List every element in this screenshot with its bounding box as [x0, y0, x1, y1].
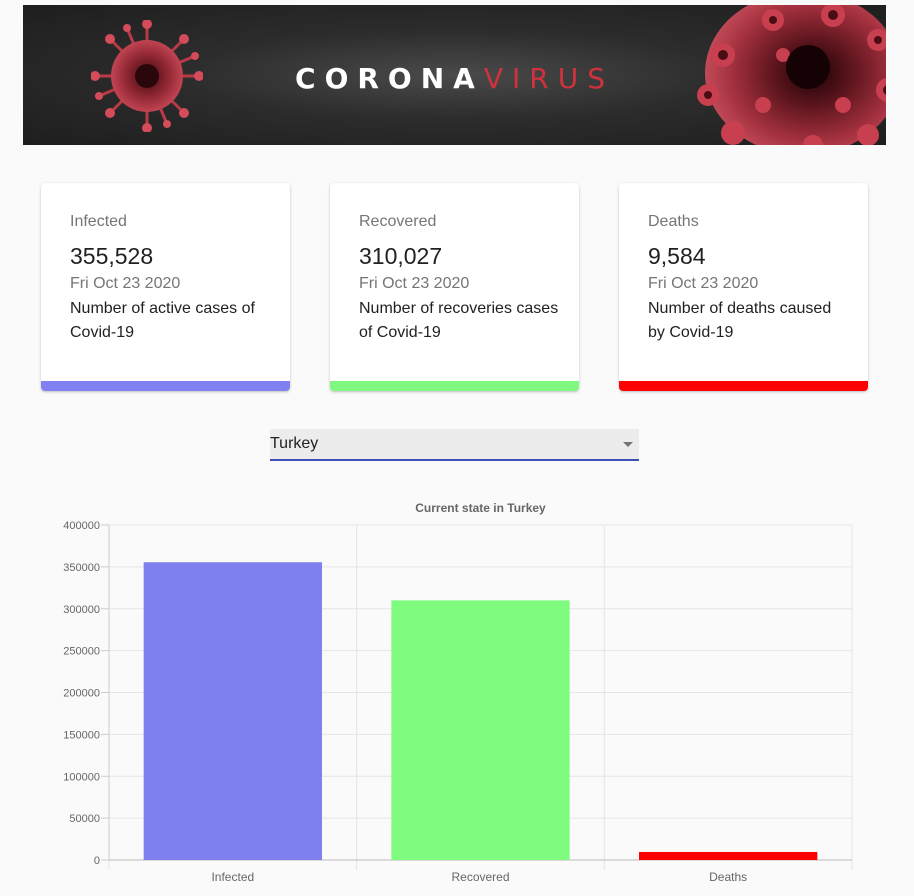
y-tick-label: 200000	[63, 688, 100, 700]
dropdown-arrow-icon	[623, 442, 633, 447]
card-color-bar	[619, 381, 868, 391]
card-color-bar	[330, 381, 579, 391]
y-tick-label: 300000	[63, 604, 100, 616]
x-tick-label: Infected	[211, 870, 254, 884]
card-description: Number of recoveries cases of Covid-19	[359, 300, 559, 341]
card-description: Number of active cases of Covid-19	[70, 300, 255, 341]
card-label: Deaths	[648, 213, 699, 230]
card-color-bar	[41, 381, 290, 391]
y-tick-label: 350000	[63, 562, 100, 574]
recovered-card: Recovered 310,027 Fri Oct 23 2020 Number…	[330, 183, 579, 391]
deaths-card: Deaths 9,584 Fri Oct 23 2020 Number of d…	[619, 183, 868, 391]
bar-infected	[143, 562, 322, 860]
chart-title: Current state in Turkey	[415, 501, 546, 515]
infected-card: Infected 355,528 Fri Oct 23 2020 Number …	[41, 183, 290, 391]
card-description: Number of deaths caused by Covid-19	[648, 300, 832, 341]
card-value: 355,528	[70, 243, 154, 269]
card-label: Recovered	[359, 213, 437, 230]
x-tick-label: Recovered	[451, 870, 509, 884]
banner-title-part2: VIRUS	[483, 62, 614, 95]
country-select-value: Turkey	[270, 435, 319, 452]
coronavirus-banner: CORONAVIRUS	[23, 5, 886, 145]
card-value: 310,027	[359, 243, 443, 269]
y-tick-label: 250000	[63, 646, 100, 658]
card-date: Fri Oct 23 2020	[70, 275, 181, 292]
bar-deaths	[639, 851, 818, 860]
y-tick-label: 0	[94, 855, 100, 867]
x-tick-label: Deaths	[709, 870, 747, 884]
card-label: Infected	[70, 213, 127, 230]
banner-title-part1: CORONA	[295, 62, 484, 95]
y-tick-label: 100000	[63, 771, 100, 783]
country-select[interactable]: Turkey	[270, 429, 639, 461]
bar-chart: Current state in Turkey 0 50000 100000 15000…	[0, 490, 914, 890]
y-tick-label: 50000	[69, 813, 100, 825]
y-tick-label: 150000	[63, 729, 100, 741]
card-value: 9,584	[648, 243, 706, 269]
card-date: Fri Oct 23 2020	[648, 275, 759, 292]
card-date: Fri Oct 23 2020	[359, 275, 470, 292]
chart-svg: Current state in Turkey 0 50000 100000 15000…	[63, 501, 853, 884]
y-tick-label: 400000	[63, 520, 100, 532]
virus-right-image	[697, 5, 886, 145]
bar-recovered	[391, 600, 570, 860]
